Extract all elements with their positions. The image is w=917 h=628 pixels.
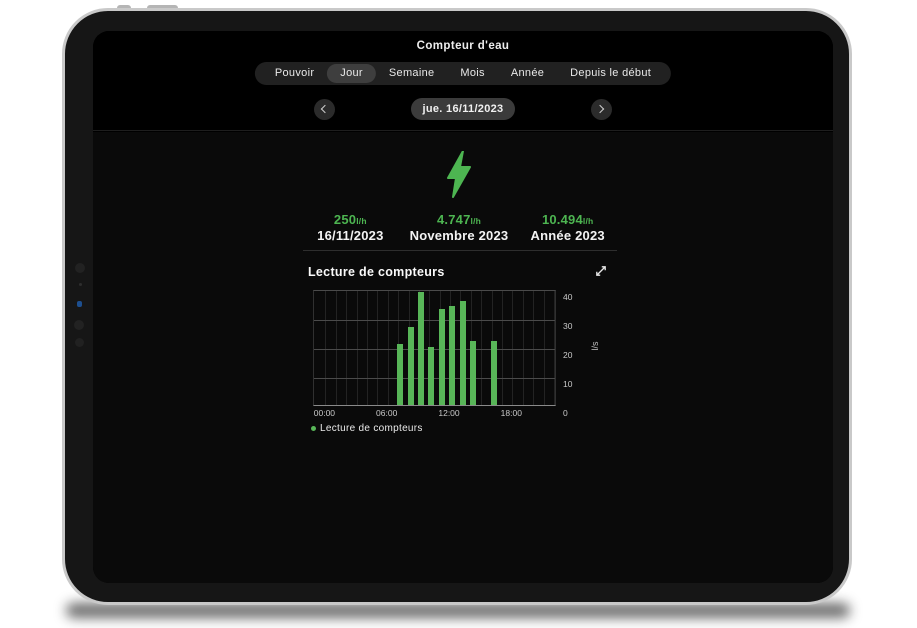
camera-lens-icon bbox=[75, 338, 84, 347]
stats-row: 250l/h 16/11/2023 4.747l/h Novembre 2023… bbox=[296, 212, 622, 243]
horizontal-gridline bbox=[314, 320, 555, 321]
bar-10h bbox=[428, 347, 434, 405]
stat-month-period: Novembre 2023 bbox=[405, 228, 514, 243]
x-tick-label: 00:00 bbox=[314, 408, 335, 418]
chevron-right-icon bbox=[596, 105, 604, 113]
stat-month-unit: l/h bbox=[471, 216, 482, 226]
vertical-gridline bbox=[346, 291, 347, 405]
microphone-dot-icon bbox=[79, 283, 82, 286]
bar-07h bbox=[397, 344, 403, 405]
period-segmented-control: Pouvoir Jour Semaine Mois Année Depuis l… bbox=[255, 62, 671, 85]
tablet-screen: Compteur d'eau Pouvoir Jour Semaine Mois… bbox=[93, 31, 833, 583]
vertical-gridline bbox=[512, 291, 513, 405]
meter-panel: 250l/h 16/11/2023 4.747l/h Novembre 2023… bbox=[296, 132, 622, 452]
stat-month: 4.747l/h Novembre 2023 bbox=[405, 212, 514, 243]
next-date-button[interactable] bbox=[591, 99, 612, 120]
bar-08h bbox=[408, 327, 414, 405]
current-date-pill[interactable]: jue. 16/11/2023 bbox=[411, 98, 516, 120]
tab-annee[interactable]: Année bbox=[498, 64, 557, 83]
y-tick-label: 20 bbox=[563, 350, 572, 360]
camera-lens-icon bbox=[75, 263, 85, 273]
y-axis-unit-label: l/s bbox=[590, 331, 604, 361]
x-tick-label: 12:00 bbox=[438, 408, 459, 418]
bar-14h bbox=[470, 341, 476, 405]
bar-09h bbox=[418, 292, 424, 405]
horizontal-gridline bbox=[314, 349, 555, 350]
tab-pouvoir[interactable]: Pouvoir bbox=[262, 64, 327, 83]
vertical-gridline bbox=[554, 291, 555, 405]
app-header: Compteur d'eau Pouvoir Jour Semaine Mois… bbox=[93, 31, 833, 131]
vertical-gridline bbox=[367, 291, 368, 405]
vertical-gridline bbox=[357, 291, 358, 405]
stat-day-value: 250 bbox=[334, 212, 356, 227]
stat-day: 250l/h 16/11/2023 bbox=[296, 212, 405, 243]
tablet-device-frame: Compteur d'eau Pouvoir Jour Semaine Mois… bbox=[62, 8, 852, 605]
date-navigation: jue. 16/11/2023 bbox=[93, 98, 833, 120]
previous-date-button[interactable] bbox=[314, 99, 335, 120]
vertical-gridline bbox=[325, 291, 326, 405]
content-area: 250l/h 16/11/2023 4.747l/h Novembre 2023… bbox=[93, 132, 833, 583]
chart-header: Lecture de compteurs bbox=[308, 263, 588, 280]
tab-jour[interactable]: Jour bbox=[327, 64, 376, 83]
tab-mois[interactable]: Mois bbox=[447, 64, 497, 83]
vertical-gridline bbox=[502, 291, 503, 405]
vertical-gridline bbox=[533, 291, 534, 405]
x-tick-label: 06:00 bbox=[376, 408, 397, 418]
x-tick-label: 18:00 bbox=[501, 408, 522, 418]
stat-day-period: 16/11/2023 bbox=[296, 228, 405, 243]
vertical-gridline bbox=[481, 291, 482, 405]
bar-12h bbox=[449, 306, 455, 405]
chevron-left-icon bbox=[320, 105, 328, 113]
stat-month-value: 4.747 bbox=[437, 212, 471, 227]
stat-year-unit: l/h bbox=[583, 216, 594, 226]
vertical-gridline bbox=[523, 291, 524, 405]
camera-sensor-blue-icon bbox=[77, 301, 82, 307]
y-tick-label: 0 bbox=[563, 408, 568, 418]
horizontal-gridline bbox=[314, 378, 555, 379]
legend-label: Lecture de compteurs bbox=[320, 423, 423, 434]
tab-depuis-le-debut[interactable]: Depuis le début bbox=[557, 64, 664, 83]
camera-lens-icon bbox=[74, 320, 84, 330]
vertical-gridline bbox=[544, 291, 545, 405]
stat-year-period: Année 2023 bbox=[513, 228, 622, 243]
y-tick-label: 40 bbox=[563, 292, 572, 302]
bar-chart-plot-area[interactable] bbox=[313, 290, 556, 406]
stat-year: 10.494l/h Année 2023 bbox=[513, 212, 622, 243]
vertical-gridline bbox=[377, 291, 378, 405]
lightning-bolt-icon bbox=[296, 151, 622, 203]
stat-year-value: 10.494 bbox=[542, 212, 583, 227]
y-tick-label: 30 bbox=[563, 321, 572, 331]
vertical-gridline bbox=[388, 291, 389, 405]
y-tick-label: 10 bbox=[563, 379, 572, 389]
expand-diagonal-icon bbox=[594, 264, 608, 278]
expand-chart-button[interactable] bbox=[594, 264, 608, 278]
bar-11h bbox=[439, 309, 445, 405]
bar-16h bbox=[491, 341, 497, 405]
page-title: Compteur d'eau bbox=[93, 40, 833, 52]
legend-dot-icon bbox=[311, 426, 316, 431]
chart-title: Lecture de compteurs bbox=[308, 265, 445, 279]
bar-13h bbox=[460, 301, 466, 405]
stat-day-unit: l/h bbox=[356, 216, 367, 226]
device-drop-shadow bbox=[66, 603, 850, 618]
divider bbox=[303, 250, 617, 251]
chart-legend-item[interactable]: Lecture de compteurs bbox=[311, 423, 423, 434]
tab-semaine[interactable]: Semaine bbox=[376, 64, 448, 83]
vertical-gridline bbox=[336, 291, 337, 405]
